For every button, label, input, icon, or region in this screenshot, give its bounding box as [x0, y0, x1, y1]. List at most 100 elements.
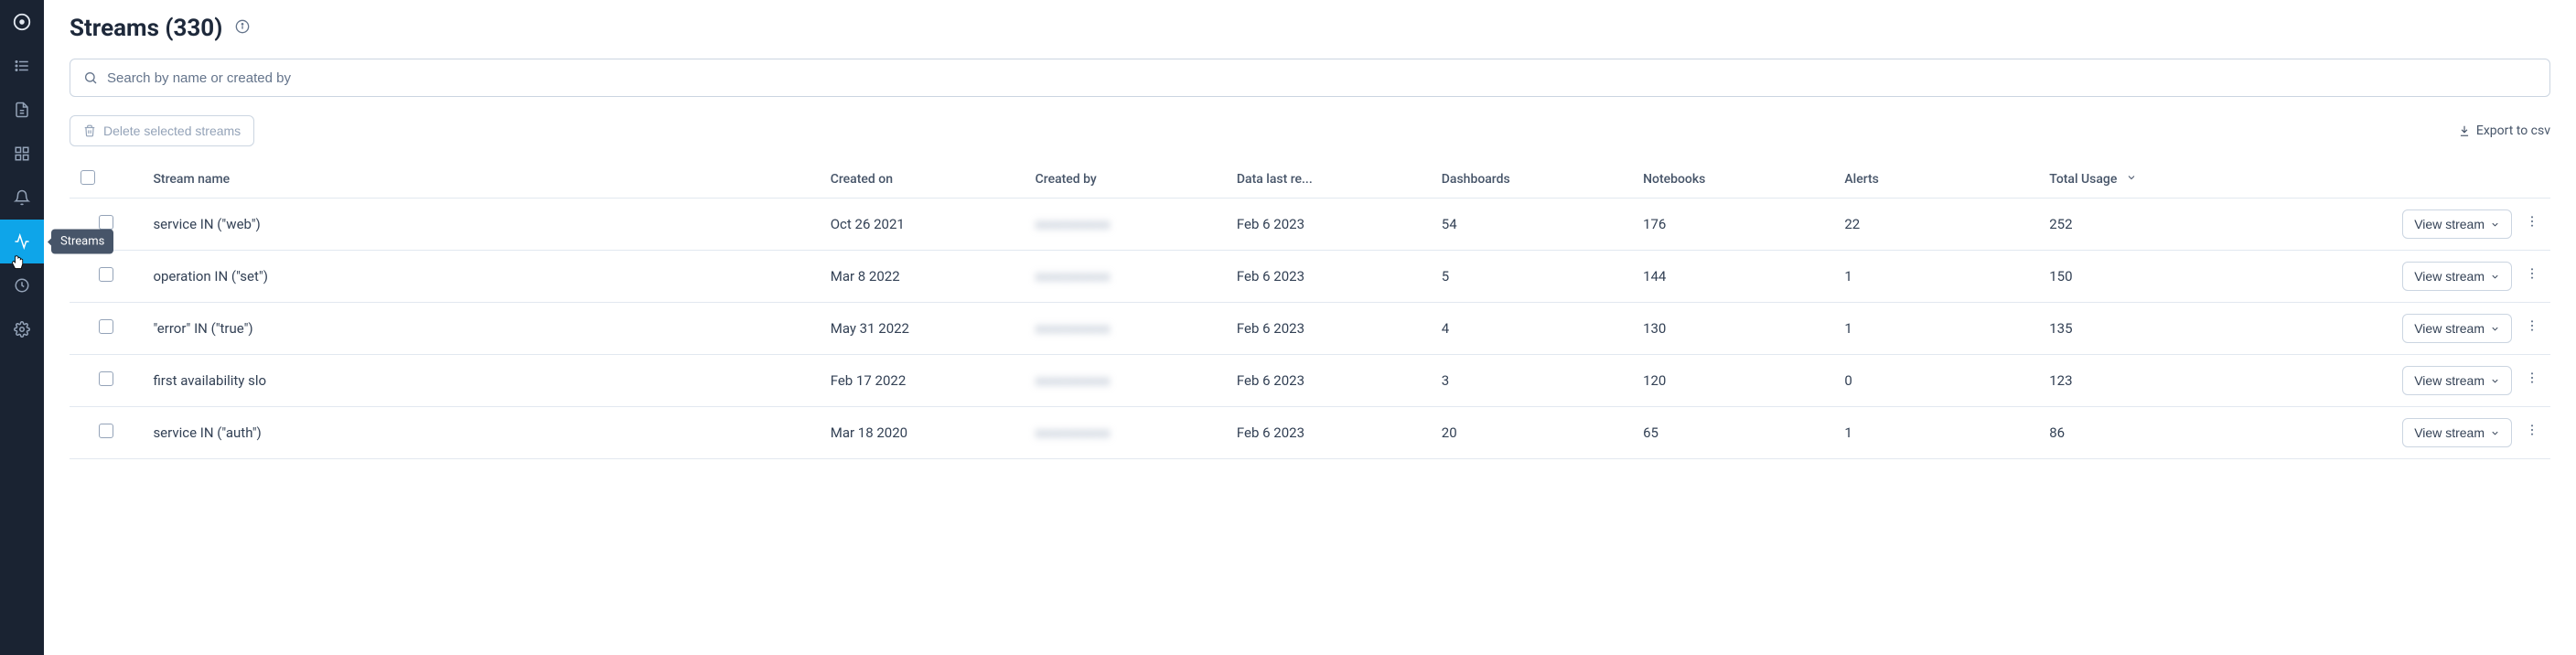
- view-stream-button[interactable]: View stream: [2402, 314, 2512, 343]
- cell-notebooks: 176: [1632, 199, 1833, 251]
- sidebar: Streams: [0, 0, 44, 655]
- sidebar-item-dashboards[interactable]: [0, 132, 44, 176]
- col-header-name[interactable]: Stream name: [142, 161, 819, 199]
- col-header-dashboards[interactable]: Dashboards: [1431, 161, 1632, 199]
- search-icon: [83, 70, 98, 85]
- chevron-down-icon: [2490, 376, 2500, 386]
- sidebar-logo[interactable]: [0, 0, 44, 44]
- cell-data-last: Feb 6 2023: [1226, 303, 1431, 355]
- export-csv-link[interactable]: Export to csv: [2458, 123, 2550, 138]
- cell-dashboards: 3: [1431, 355, 1632, 407]
- main-content: Streams (330) Delete selected streams Ex…: [44, 0, 2576, 655]
- cell-total-usage: 135: [2038, 303, 2253, 355]
- col-header-data-last[interactable]: Data last re...: [1226, 161, 1431, 199]
- delete-selected-button[interactable]: Delete selected streams: [70, 115, 254, 146]
- sidebar-item-settings[interactable]: [0, 307, 44, 351]
- cell-data-last: Feb 6 2023: [1226, 251, 1431, 303]
- search-box[interactable]: [70, 59, 2550, 97]
- streams-table: Stream name Created on Created by Data l…: [70, 161, 2550, 459]
- cell-created-by: xxxxxxxxxxx: [1025, 303, 1226, 355]
- row-checkbox[interactable]: [99, 424, 113, 438]
- cell-total-usage: 86: [2038, 407, 2253, 459]
- view-stream-button[interactable]: View stream: [2402, 209, 2512, 239]
- table-row: operation IN ("set")Mar 8 2022xxxxxxxxxx…: [70, 251, 2550, 303]
- cell-alerts: 1: [1833, 407, 2038, 459]
- sidebar-item-list[interactable]: [0, 44, 44, 88]
- tooltip-streams: Streams: [51, 230, 113, 254]
- table-row: first availability sloFeb 17 2022xxxxxxx…: [70, 355, 2550, 407]
- export-label: Export to csv: [2476, 123, 2550, 138]
- table-row: service IN ("auth")Mar 18 2020xxxxxxxxxx…: [70, 407, 2550, 459]
- view-stream-label: View stream: [2414, 321, 2485, 336]
- chevron-down-icon: [2490, 220, 2500, 230]
- cell-notebooks: 120: [1632, 355, 1833, 407]
- view-stream-label: View stream: [2414, 217, 2485, 231]
- page-title: Streams (330): [70, 15, 222, 42]
- chevron-down-icon: [2490, 324, 2500, 334]
- cell-created-by: xxxxxxxxxxx: [1025, 355, 1226, 407]
- col-header-total-usage-label: Total Usage: [2049, 172, 2117, 187]
- view-stream-button[interactable]: View stream: [2402, 262, 2512, 291]
- search-input[interactable]: [107, 70, 2537, 86]
- cell-dashboards: 4: [1431, 303, 1632, 355]
- cell-name[interactable]: operation IN ("set"): [142, 251, 819, 303]
- cell-notebooks: 144: [1632, 251, 1833, 303]
- more-options-button[interactable]: [2525, 320, 2539, 337]
- cell-alerts: 1: [1833, 303, 2038, 355]
- cell-created-by: xxxxxxxxxxx: [1025, 407, 1226, 459]
- cell-created-on: Mar 8 2022: [820, 251, 1025, 303]
- trash-icon: [83, 124, 96, 137]
- col-header-notebooks[interactable]: Notebooks: [1632, 161, 1833, 199]
- more-options-button[interactable]: [2525, 268, 2539, 285]
- cell-created-on: Mar 18 2020: [820, 407, 1025, 459]
- cell-created-by: xxxxxxxxxxx: [1025, 199, 1226, 251]
- title-row: Streams (330): [70, 15, 2550, 42]
- select-all-checkbox[interactable]: [80, 170, 95, 185]
- cell-name[interactable]: service IN ("web"): [142, 199, 819, 251]
- row-checkbox[interactable]: [99, 215, 113, 230]
- sidebar-item-time[interactable]: [0, 263, 44, 307]
- cell-dashboards: 5: [1431, 251, 1632, 303]
- info-icon[interactable]: [235, 19, 250, 38]
- col-header-created-by[interactable]: Created by: [1025, 161, 1226, 199]
- delete-label: Delete selected streams: [103, 123, 241, 138]
- cell-data-last: Feb 6 2023: [1226, 355, 1431, 407]
- cell-notebooks: 65: [1632, 407, 1833, 459]
- chevron-down-icon: [2490, 428, 2500, 438]
- row-checkbox[interactable]: [99, 267, 113, 282]
- table-row: service IN ("web")Oct 26 2021xxxxxxxxxxx…: [70, 199, 2550, 251]
- cell-data-last: Feb 6 2023: [1226, 407, 1431, 459]
- cell-notebooks: 130: [1632, 303, 1833, 355]
- cell-created-on: May 31 2022: [820, 303, 1025, 355]
- sidebar-item-alerts[interactable]: [0, 176, 44, 220]
- cell-name[interactable]: "error" IN ("true"): [142, 303, 819, 355]
- view-stream-label: View stream: [2414, 373, 2485, 388]
- table-row: "error" IN ("true")May 31 2022xxxxxxxxxx…: [70, 303, 2550, 355]
- row-checkbox[interactable]: [99, 371, 113, 386]
- chevron-down-icon: [2490, 272, 2500, 282]
- cell-data-last: Feb 6 2023: [1226, 199, 1431, 251]
- cell-alerts: 1: [1833, 251, 2038, 303]
- table-header-row: Stream name Created on Created by Data l…: [70, 161, 2550, 199]
- cell-total-usage: 252: [2038, 199, 2253, 251]
- more-options-button[interactable]: [2525, 372, 2539, 389]
- view-stream-button[interactable]: View stream: [2402, 366, 2512, 395]
- cell-dashboards: 20: [1431, 407, 1632, 459]
- cell-alerts: 0: [1833, 355, 2038, 407]
- cell-total-usage: 150: [2038, 251, 2253, 303]
- view-stream-label: View stream: [2414, 269, 2485, 284]
- col-header-alerts[interactable]: Alerts: [1833, 161, 2038, 199]
- view-stream-button[interactable]: View stream: [2402, 418, 2512, 447]
- col-header-created-on[interactable]: Created on: [820, 161, 1025, 199]
- cell-created-on: Oct 26 2021: [820, 199, 1025, 251]
- col-header-total-usage[interactable]: Total Usage: [2038, 161, 2253, 199]
- cell-name[interactable]: service IN ("auth"): [142, 407, 819, 459]
- sidebar-item-document[interactable]: [0, 88, 44, 132]
- more-options-button[interactable]: [2525, 216, 2539, 232]
- cell-created-by: xxxxxxxxxxx: [1025, 251, 1226, 303]
- row-checkbox[interactable]: [99, 319, 113, 334]
- cell-total-usage: 123: [2038, 355, 2253, 407]
- sidebar-item-streams[interactable]: Streams: [0, 220, 44, 263]
- cell-name[interactable]: first availability slo: [142, 355, 819, 407]
- more-options-button[interactable]: [2525, 424, 2539, 441]
